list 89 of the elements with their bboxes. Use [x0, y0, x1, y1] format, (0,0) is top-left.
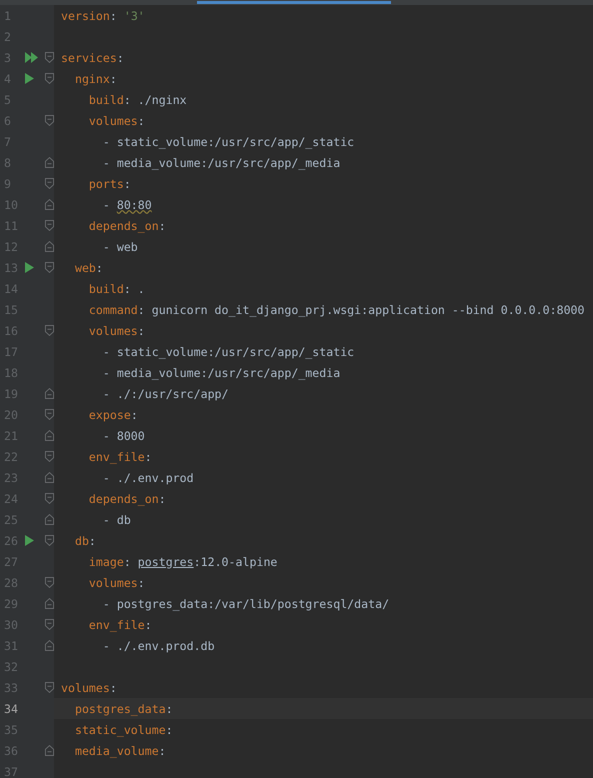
fold-icon[interactable] [45, 450, 54, 463]
code-text: : [158, 218, 166, 232]
unfold-icon[interactable] [45, 198, 54, 211]
code-text: - ./:/usr/src/app/ [102, 386, 229, 400]
code-text: - db [102, 512, 131, 526]
unfold-icon[interactable] [45, 744, 54, 757]
string-literal: '3' [124, 8, 145, 22]
code-text: : [110, 72, 117, 86]
code-text: - web [102, 240, 138, 254]
code-text: : gunicorn do_it_django_prj.wsgi:application --bind 0.0.0.0:8000 [138, 302, 585, 316]
unfold-icon[interactable] [45, 471, 54, 484]
yaml-key: command [61, 302, 138, 316]
code-text: : [166, 722, 173, 736]
fold-icon[interactable] [45, 177, 54, 190]
code-text: - static_volume:/usr/src/app/_static [102, 134, 354, 148]
code-text: : [88, 534, 96, 548]
yaml-key: depends_on [61, 218, 159, 232]
yaml-key: volumes [61, 680, 110, 694]
yaml-key: media_volume [61, 744, 159, 758]
code-text: : [158, 492, 166, 506]
yaml-key: services [61, 50, 117, 64]
fold-icon[interactable] [45, 576, 54, 589]
unfold-icon[interactable] [45, 639, 54, 652]
fold-icon[interactable] [45, 261, 54, 274]
code-text: : [96, 260, 103, 274]
unfold-icon[interactable] [45, 156, 54, 169]
code-text: : [124, 554, 132, 568]
code-text: - ./.env.prod [102, 470, 194, 484]
code-text: : [138, 114, 145, 128]
fold-icon[interactable] [45, 324, 54, 337]
fold-icon[interactable] [45, 534, 54, 547]
yaml-key: volumes [61, 576, 138, 590]
unfold-icon[interactable] [45, 387, 54, 400]
yaml-key: volumes [61, 114, 138, 128]
code-text: : [144, 450, 152, 464]
run-icon[interactable] [25, 73, 34, 84]
yaml-key: depends_on [61, 492, 159, 506]
code-text: : . [124, 282, 145, 296]
code-text: - media_volume:/usr/src/app/_media [102, 366, 340, 380]
code-text: : [158, 744, 166, 758]
unfold-icon[interactable] [45, 597, 54, 610]
fold-icon[interactable] [45, 492, 54, 505]
yaml-key: web [61, 260, 96, 274]
code-text: : [110, 8, 118, 22]
code-text: : [110, 680, 117, 694]
code-text: : [144, 618, 152, 632]
unfold-icon[interactable] [45, 240, 54, 253]
yaml-key: ports [61, 176, 124, 190]
yaml-key: expose [61, 408, 131, 422]
run-icon[interactable] [25, 262, 34, 273]
code-text: - postgres_data:/var/lib/postgresql/data/ [102, 596, 390, 610]
code-text: : ./nginx [124, 92, 187, 106]
yaml-key: postgres_data [61, 702, 166, 716]
unfold-icon[interactable] [45, 429, 54, 442]
yaml-key: version [61, 8, 110, 22]
run-all-icon[interactable] [25, 52, 39, 63]
code-text: - [102, 198, 111, 212]
fold-icon[interactable] [45, 681, 54, 694]
warning-text: 80:80 [116, 198, 152, 212]
fold-icon[interactable] [45, 72, 54, 85]
code-text: : [166, 702, 173, 716]
fold-icon[interactable] [45, 114, 54, 127]
yaml-key: volumes [61, 324, 138, 338]
code-text: - 8000 [102, 428, 145, 442]
yaml-key: static_volume [61, 722, 166, 736]
fold-icon[interactable] [45, 51, 54, 64]
yaml-key: image [61, 554, 124, 568]
code-text: : [116, 50, 124, 64]
code-text: - static_volume:/usr/src/app/_static [102, 344, 354, 358]
run-icon[interactable] [25, 535, 34, 546]
yaml-key: db [61, 534, 89, 548]
yaml-key: build [61, 92, 124, 106]
line-number: 34 [3, 702, 19, 716]
fold-icon[interactable] [45, 408, 54, 421]
fold-icon[interactable] [45, 618, 54, 631]
code-text: - ./.env.prod.db [102, 638, 215, 652]
unfold-icon[interactable] [45, 513, 54, 526]
yaml-key: build [61, 282, 124, 296]
code-text: : [138, 576, 145, 590]
code-text: - media_volume:/usr/src/app/_media [102, 156, 340, 170]
code-link[interactable]: postgres [138, 554, 194, 568]
code-text: : [138, 324, 145, 338]
code-text: : [130, 408, 138, 422]
yaml-key: nginx [61, 72, 110, 86]
fold-icon[interactable] [45, 219, 54, 232]
yaml-key: env_file [61, 450, 145, 464]
code-text: :12.0-alpine [194, 554, 278, 568]
code-text: : [124, 176, 131, 190]
yaml-key: env_file [61, 618, 145, 632]
